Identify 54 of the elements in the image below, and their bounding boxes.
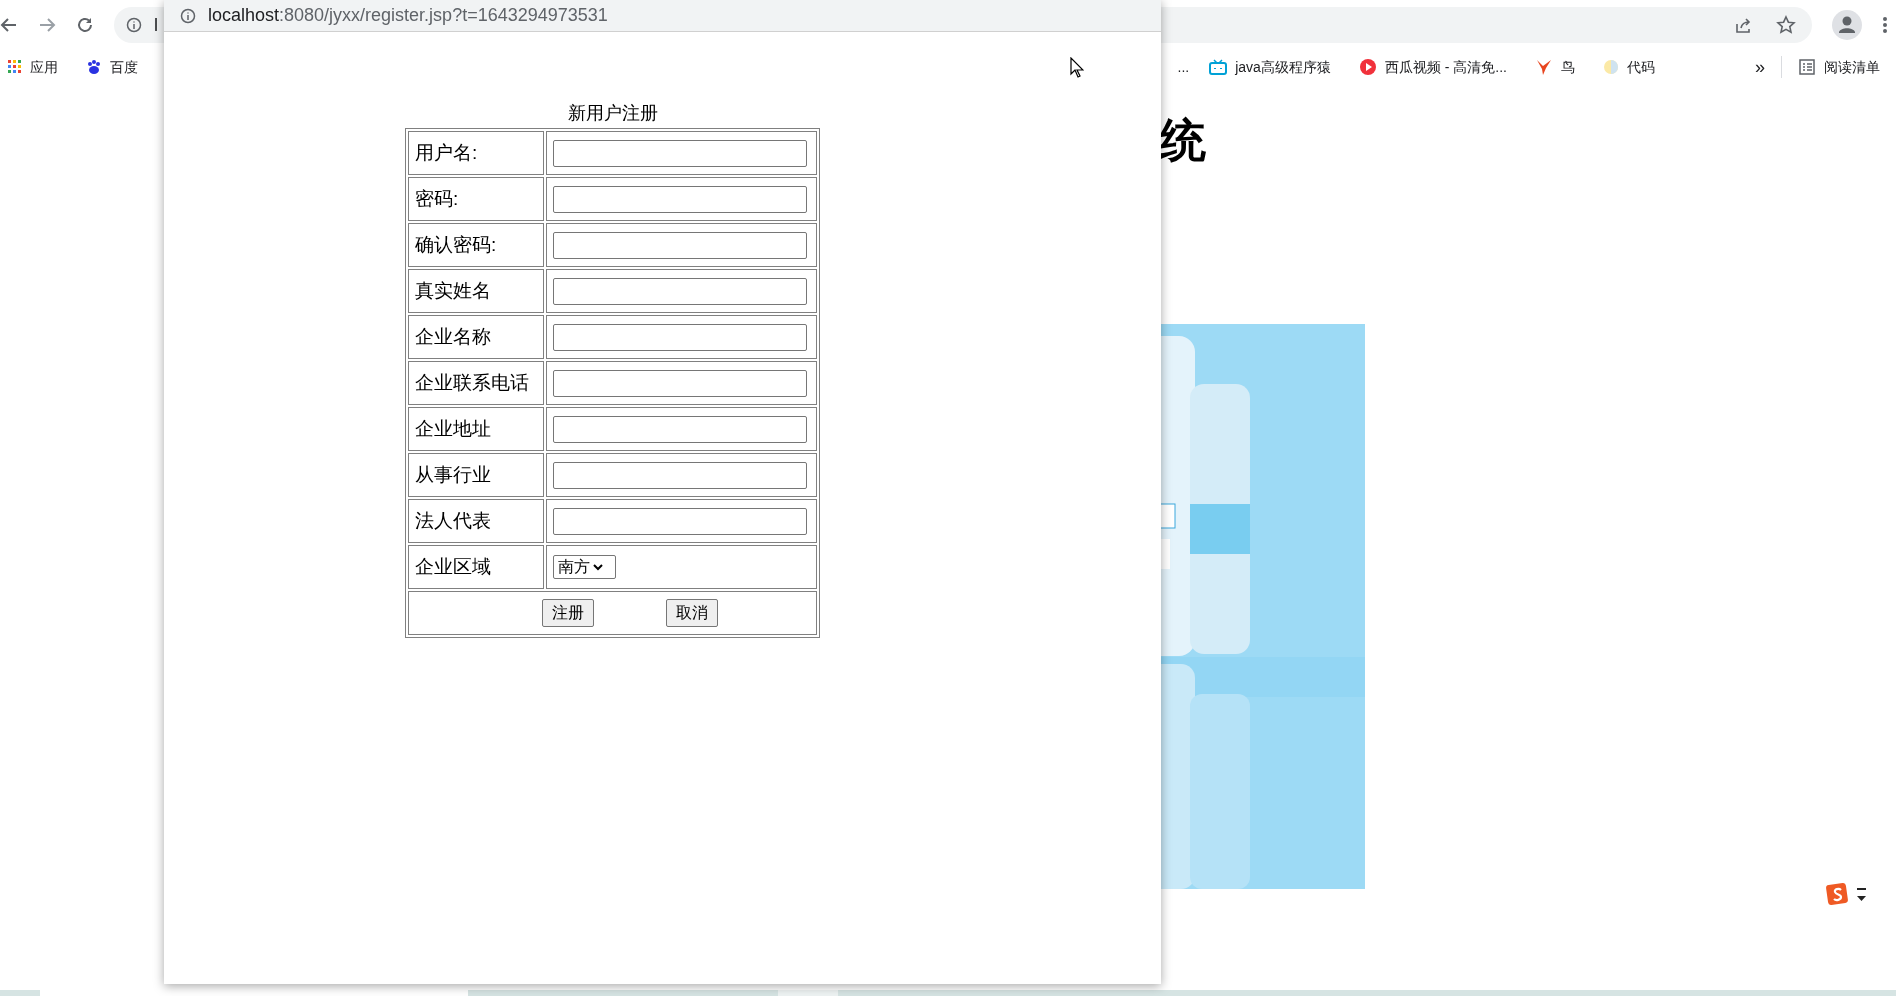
- info-icon: [180, 7, 196, 24]
- apps-icon: [8, 60, 22, 74]
- region-select[interactable]: 南方: [553, 555, 616, 579]
- handle-icon[interactable]: [1857, 888, 1866, 902]
- input-field[interactable]: [553, 139, 807, 167]
- input-field[interactable]: [553, 415, 807, 443]
- input-field[interactable]: [553, 461, 807, 489]
- share-icon[interactable]: [1734, 16, 1752, 34]
- field-label: 从事行业: [408, 453, 544, 497]
- form-button[interactable]: 取消: [665, 599, 718, 627]
- field-label: 密码:: [408, 177, 544, 221]
- caret-icon: [592, 562, 604, 572]
- cursor-icon: [1070, 57, 1084, 78]
- info-icon: [126, 17, 142, 33]
- play-icon: [1358, 58, 1377, 76]
- bookmark-link[interactable]: 代码: [1627, 56, 1655, 78]
- paw-icon: [86, 59, 102, 75]
- input-field[interactable]: [553, 231, 807, 259]
- overflow-ellipsis: ...: [1177, 57, 1190, 77]
- back-icon[interactable]: [0, 16, 18, 34]
- field-label: 企业联系电话: [408, 361, 544, 405]
- input-field[interactable]: [553, 277, 807, 305]
- field-label: 企业区域: [408, 545, 544, 589]
- reading-list-label[interactable]: 阅读清单: [1824, 56, 1880, 78]
- profile-icon[interactable]: [1832, 10, 1862, 40]
- input-field[interactable]: [553, 369, 807, 397]
- field-label: 用户名:: [408, 131, 544, 175]
- bookmark-link[interactable]: 西瓜视频 - 高清免...: [1384, 56, 1507, 78]
- star-icon[interactable]: [1776, 15, 1796, 35]
- moon-icon: [1603, 59, 1619, 75]
- reading-list-icon[interactable]: [1798, 58, 1816, 76]
- more-bookmarks-button[interactable]: »: [1755, 53, 1765, 81]
- tv-icon: [1209, 59, 1228, 75]
- input-field[interactable]: [553, 507, 807, 535]
- field-label: 确认密码:: [408, 223, 544, 267]
- form-button[interactable]: 注册: [541, 599, 594, 627]
- popup-url: localhost:8080/jyxx/register.jsp?t=1643294973531: [208, 4, 608, 27]
- input-field[interactable]: [553, 185, 807, 213]
- page-heading: 统: [1160, 113, 1207, 168]
- reload-icon[interactable]: [76, 16, 94, 34]
- bookmark-link[interactable]: java高级程序猿: [1235, 56, 1331, 78]
- field-label: 企业地址: [408, 407, 544, 451]
- bookmark-link[interactable]: 鸟: [1561, 56, 1575, 78]
- bookmark-link[interactable]: 百度: [110, 56, 138, 78]
- address-text: l: [154, 13, 158, 37]
- forward-icon[interactable]: [38, 16, 56, 34]
- field-label: 企业名称: [408, 315, 544, 359]
- field-label: 法人代表: [408, 499, 544, 543]
- bookmark-link[interactable]: 应用: [30, 56, 58, 78]
- bird-icon: [1535, 58, 1553, 76]
- field-label: 真实姓名: [408, 269, 544, 313]
- input-field[interactable]: [553, 323, 807, 351]
- form-title: 新用户注册: [567, 102, 658, 125]
- menu-icon[interactable]: [1882, 16, 1888, 34]
